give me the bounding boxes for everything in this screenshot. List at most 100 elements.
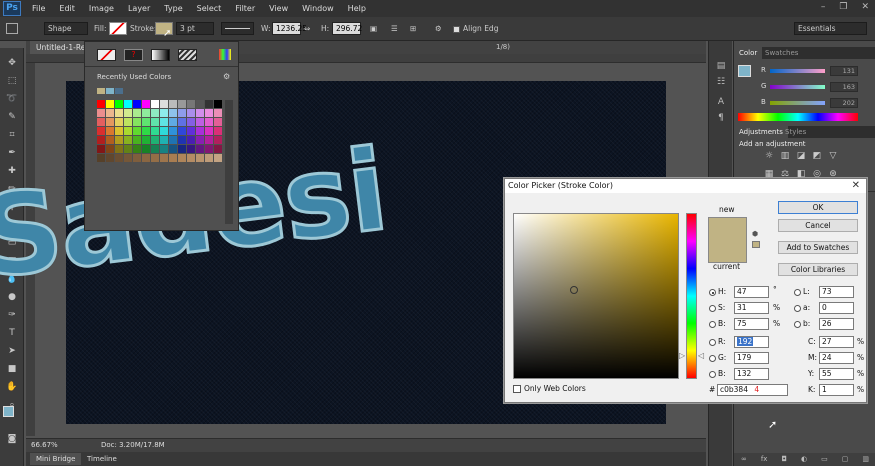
color-picker-icon[interactable] <box>219 49 231 60</box>
radio-g[interactable] <box>709 355 716 362</box>
levels-adj-icon[interactable]: ▥ <box>780 152 790 161</box>
swatch-cell[interactable] <box>169 118 177 126</box>
swatch-cell[interactable] <box>160 136 168 144</box>
input-a[interactable]: 0 <box>819 302 854 314</box>
swatch-cell[interactable] <box>142 109 150 117</box>
radio-a[interactable] <box>794 305 801 312</box>
solid-color-button[interactable]: ? <box>124 49 143 61</box>
swatch-cell[interactable] <box>97 154 105 162</box>
swatch-cell[interactable] <box>151 109 159 117</box>
input-m[interactable]: 24 <box>819 352 854 364</box>
menu-type[interactable]: Type <box>157 4 189 13</box>
crop-tool-icon[interactable]: ⌗ <box>6 130 18 140</box>
swatch-cell[interactable] <box>205 100 213 108</box>
path-select-tool-icon[interactable]: ➤ <box>6 346 18 356</box>
swatch-cell[interactable] <box>187 100 195 108</box>
menu-select[interactable]: Select <box>190 4 229 13</box>
menu-window[interactable]: Window <box>295 4 341 13</box>
swatch-cell[interactable] <box>178 154 186 162</box>
color-field[interactable] <box>513 213 679 379</box>
swatch-cell[interactable] <box>151 154 159 162</box>
swatch-cell[interactable] <box>187 109 195 117</box>
swatch-cell[interactable] <box>196 154 204 162</box>
swatch-cell[interactable] <box>187 145 195 153</box>
swatch-cell[interactable] <box>160 109 168 117</box>
gear-icon[interactable]: ⚙ <box>435 22 442 35</box>
popup-scrollbar[interactable] <box>225 100 233 224</box>
swatch-cell[interactable] <box>196 145 204 153</box>
swatch-cell[interactable] <box>142 154 150 162</box>
path-ops-icon[interactable]: ▣ <box>370 22 377 35</box>
swatch-cell[interactable] <box>196 109 204 117</box>
web-safe-swatch[interactable] <box>752 241 760 248</box>
swatch-cell[interactable] <box>115 145 123 153</box>
lasso-tool-icon[interactable]: ➰ <box>6 94 18 104</box>
radio-l[interactable] <box>794 289 801 296</box>
swatch-cell[interactable] <box>142 145 150 153</box>
swatch-cell[interactable] <box>133 100 141 108</box>
tab-styles[interactable]: Styles <box>780 126 811 138</box>
swatch-cell[interactable] <box>151 145 159 153</box>
swatch-cell[interactable] <box>214 109 222 117</box>
swatch-cell[interactable] <box>106 109 114 117</box>
swatch-cell[interactable] <box>178 118 186 126</box>
swatch-cell[interactable] <box>187 154 195 162</box>
menu-view[interactable]: View <box>262 4 295 13</box>
align-edges-checkbox[interactable] <box>453 26 460 33</box>
channel-g-slider[interactable] <box>770 85 825 89</box>
swatch-cell[interactable] <box>142 136 150 144</box>
swatch-cell[interactable] <box>124 109 132 117</box>
recent-swatch[interactable] <box>97 88 105 94</box>
character-panel-icon[interactable]: A <box>715 97 727 107</box>
swatch-cell[interactable] <box>214 100 222 108</box>
path-arrange-icon[interactable]: ⊞ <box>410 22 416 35</box>
web-colors-checkbox[interactable] <box>513 385 521 393</box>
curves-adj-icon[interactable]: ◪ <box>796 152 806 161</box>
color-libraries-button[interactable]: Color Libraries <box>778 263 858 276</box>
input-lab-b[interactable]: 26 <box>819 318 854 330</box>
swatch-cell[interactable] <box>214 118 222 126</box>
shape-mode-select[interactable]: Shape <box>44 22 88 35</box>
channel-r-value[interactable]: 131 <box>830 66 858 76</box>
eyedropper-tool-icon[interactable]: ✒ <box>6 148 18 158</box>
radio-r[interactable] <box>709 339 716 346</box>
shape-tool-icon[interactable]: ■ <box>6 364 18 374</box>
swatch-cell[interactable] <box>97 118 105 126</box>
swatch-cell[interactable] <box>187 118 195 126</box>
swatch-cell[interactable] <box>106 118 114 126</box>
path-align-icon[interactable]: ☰ <box>391 22 398 35</box>
swatch-cell[interactable] <box>106 154 114 162</box>
popup-gear-icon[interactable]: ⚙ <box>223 72 230 81</box>
close-window-icon[interactable]: ✕ <box>861 2 869 12</box>
swatch-cell[interactable] <box>160 145 168 153</box>
swatch-cell[interactable] <box>106 145 114 153</box>
swatch-cell[interactable] <box>97 145 105 153</box>
swatch-cell[interactable] <box>169 109 177 117</box>
swatch-cell[interactable] <box>151 136 159 144</box>
swatch-cell[interactable] <box>124 145 132 153</box>
minimize-icon[interactable]: – <box>821 2 826 12</box>
menu-help[interactable]: Help <box>341 4 373 13</box>
type-tool-icon[interactable]: T <box>6 328 18 338</box>
input-l[interactable]: 73 <box>819 286 854 298</box>
swatch-cell[interactable] <box>169 127 177 135</box>
swatch-cell[interactable] <box>205 118 213 126</box>
swatch-cell[interactable] <box>214 127 222 135</box>
swatch-grid[interactable] <box>97 100 223 164</box>
swatch-cell[interactable] <box>142 100 150 108</box>
gradient-button[interactable] <box>151 49 170 61</box>
swatch-cell[interactable] <box>187 127 195 135</box>
swatch-cell[interactable] <box>178 145 186 153</box>
pattern-button[interactable] <box>178 49 197 61</box>
swatch-cell[interactable] <box>178 100 186 108</box>
menu-filter[interactable]: Filter <box>228 4 262 13</box>
swatch-cell[interactable] <box>178 127 186 135</box>
stroke-type-select[interactable] <box>221 22 254 35</box>
input-y[interactable]: 55 <box>819 368 854 380</box>
swatch-cell[interactable] <box>160 100 168 108</box>
hue-slider-right-arrow[interactable]: ◁ <box>698 351 704 360</box>
swatch-cell[interactable] <box>169 145 177 153</box>
swatch-cell[interactable] <box>142 127 150 135</box>
swatch-cell[interactable] <box>178 136 186 144</box>
swatch-cell[interactable] <box>205 145 213 153</box>
